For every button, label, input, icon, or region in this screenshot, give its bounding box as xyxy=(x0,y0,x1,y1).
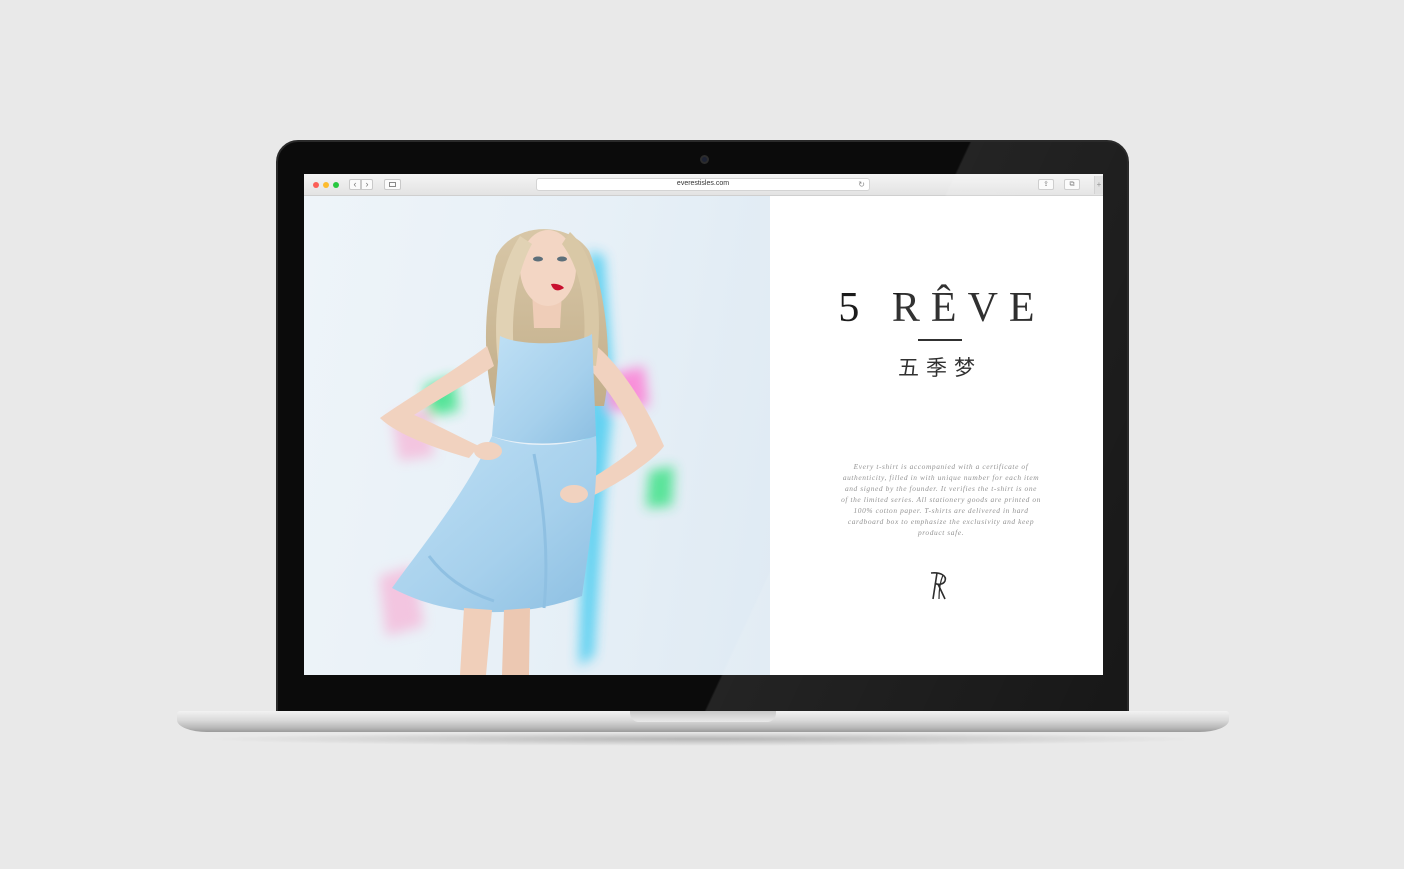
new-tab-button[interactable]: + xyxy=(1094,176,1103,194)
brand-monogram-logo xyxy=(930,572,947,600)
web-page: 5 RÊVE 五季梦 Every t-shirt is accompanied … xyxy=(304,196,1103,675)
close-window-button[interactable] xyxy=(313,182,319,188)
model-illustration xyxy=(379,229,674,675)
address-bar[interactable]: everestisles.com ↻ xyxy=(536,178,870,191)
laptop-screen: ‹ › everestisles.com ↻ ⇪ ⧉ + 5 RÊVE 五季梦 … xyxy=(304,174,1103,675)
sidebar-icon xyxy=(389,182,396,187)
minimize-window-button[interactable] xyxy=(323,182,329,188)
tabs-icon: ⧉ xyxy=(1069,181,1075,188)
url-text: everestisles.com xyxy=(676,180,730,187)
back-button[interactable]: ‹ xyxy=(349,179,361,190)
laptop-shadow xyxy=(200,732,1206,746)
forward-button[interactable]: › xyxy=(361,179,373,190)
fullscreen-window-button[interactable] xyxy=(333,182,339,188)
title-divider xyxy=(918,339,962,341)
brand-description: Every t-shirt is accompanied with a cert… xyxy=(841,462,1041,537)
browser-toolbar: ‹ › everestisles.com ↻ ⇪ ⧉ + xyxy=(304,174,1103,196)
hero-photo xyxy=(304,196,770,675)
share-button[interactable]: ⇪ xyxy=(1038,179,1054,190)
brand-title: 5 RÊVE xyxy=(838,285,1046,331)
chevron-left-icon: ‹ xyxy=(353,179,357,189)
plus-icon: + xyxy=(1096,180,1102,189)
brand-chinese-name: 五季梦 xyxy=(898,356,982,380)
chevron-right-icon: › xyxy=(365,179,369,189)
laptop-lid: ‹ › everestisles.com ↻ ⇪ ⧉ + 5 RÊVE 五季梦 … xyxy=(276,140,1129,715)
brand-panel: 5 RÊVE 五季梦 Every t-shirt is accompanied … xyxy=(770,196,1103,675)
reload-icon[interactable]: ↻ xyxy=(858,180,865,189)
share-icon: ⇪ xyxy=(1043,181,1049,188)
laptop-base xyxy=(177,711,1229,732)
laptop-opening-notch xyxy=(630,711,776,722)
show-sidebar-button[interactable] xyxy=(384,179,401,190)
webcam-icon xyxy=(700,155,709,164)
show-tabs-button[interactable]: ⧉ xyxy=(1064,179,1080,190)
